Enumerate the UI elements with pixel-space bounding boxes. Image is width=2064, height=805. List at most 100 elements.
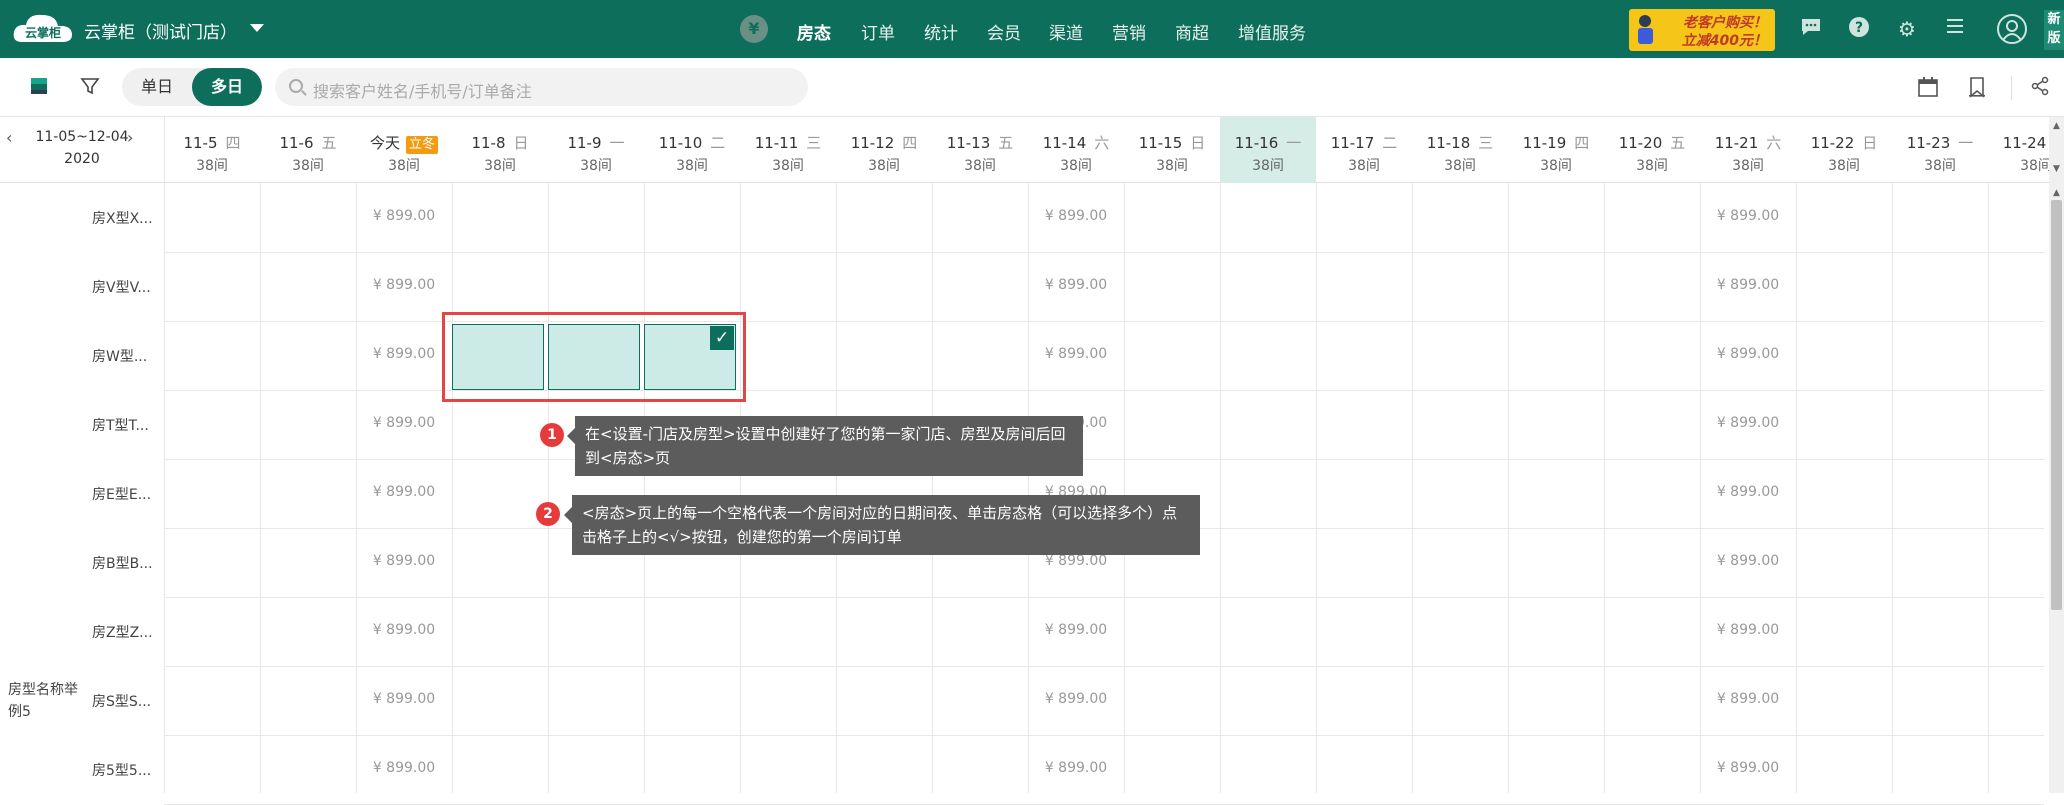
- date-column-header[interactable]: 11-9 一 38间: [548, 117, 644, 183]
- date-column-header[interactable]: 11-8 日 38间: [452, 117, 548, 183]
- date-column-header[interactable]: 11-12 四 38间: [836, 117, 932, 183]
- bookmark-icon[interactable]: [1965, 76, 1989, 100]
- weekday-text: 六: [1766, 134, 1782, 152]
- date-column-header[interactable]: 11-13 五 38间: [932, 117, 1028, 183]
- room-price-cell[interactable]: ¥ 899.00: [1700, 208, 1796, 224]
- filter-icon[interactable]: [80, 76, 102, 98]
- scroll-up-arrow-icon[interactable]: ▲: [2051, 188, 2062, 199]
- date-column-header[interactable]: 今天 立冬 38间: [356, 117, 452, 183]
- room-price-cell[interactable]: ¥ 899.00: [356, 484, 452, 500]
- nav-orders[interactable]: 订单: [861, 19, 895, 44]
- room-price-cell[interactable]: ¥ 899.00: [1700, 346, 1796, 362]
- room-price-cell[interactable]: ¥ 899.00: [1028, 208, 1124, 224]
- room-price-cell[interactable]: ¥ 899.00: [356, 622, 452, 638]
- room-price-cell[interactable]: ¥ 899.00: [356, 553, 452, 569]
- grid-row-line: [164, 252, 2044, 253]
- room-count: 38间: [1156, 158, 1188, 174]
- room-price-cell[interactable]: ¥ 899.00: [1700, 415, 1796, 431]
- room-price-cell[interactable]: ¥ 899.00: [1028, 277, 1124, 293]
- room-count: 38间: [1252, 158, 1284, 174]
- user-avatar-icon[interactable]: [1997, 14, 2027, 44]
- room-type-row-label[interactable]: 房X型X...: [92, 208, 153, 228]
- room-type-row-label[interactable]: 房B型B...: [92, 553, 153, 573]
- room-price-cell[interactable]: ¥ 899.00: [1700, 277, 1796, 293]
- room-type-row-label[interactable]: 房E型E...: [92, 484, 151, 504]
- room-type-row-label[interactable]: 房S型S...: [92, 691, 151, 711]
- date-column-header[interactable]: 11-17 二 38间: [1316, 117, 1412, 183]
- nav-room-status[interactable]: 房态: [797, 19, 831, 44]
- weekday-text: 日: [1862, 134, 1878, 152]
- store-dropdown-icon[interactable]: [250, 24, 264, 32]
- date-column-header[interactable]: 11-23 一 38间: [1892, 117, 1988, 183]
- share-icon[interactable]: [2028, 76, 2052, 100]
- scroll-up-arrow-icon[interactable]: ▲: [2051, 121, 2062, 132]
- date-label: 11-8 日: [452, 132, 548, 153]
- date-text: 11-22: [1810, 134, 1855, 152]
- room-price-cell[interactable]: ¥ 899.00: [1028, 691, 1124, 707]
- scrollbar-thumb[interactable]: [2051, 200, 2062, 610]
- room-price-cell[interactable]: ¥ 899.00: [356, 691, 452, 707]
- date-column-header[interactable]: 11-6 五 38间: [260, 117, 356, 183]
- nav-supermarket[interactable]: 商超: [1175, 19, 1209, 44]
- new-version-tag[interactable]: 新版: [2044, 10, 2064, 50]
- room-type-row-label[interactable]: 房T型T...: [92, 415, 149, 435]
- room-price-cell[interactable]: ¥ 899.00: [1700, 484, 1796, 500]
- room-type-row-label[interactable]: 房W型...: [92, 346, 147, 366]
- selected-room-cell[interactable]: [548, 324, 640, 390]
- date-column-header[interactable]: 11-22 日 38间: [1796, 117, 1892, 183]
- store-name[interactable]: 云掌柜（测试门店）: [84, 18, 237, 43]
- room-price-cell[interactable]: ¥ 899.00: [1700, 691, 1796, 707]
- room-price-cell[interactable]: ¥ 899.00: [1028, 553, 1124, 569]
- menu-icon[interactable]: [1942, 16, 1968, 42]
- room-price-cell[interactable]: ¥ 899.00: [356, 208, 452, 224]
- date-column-header[interactable]: 11-18 三 38间: [1412, 117, 1508, 183]
- nav-marketing[interactable]: 营销: [1112, 19, 1146, 44]
- weekday-text: 四: [225, 134, 241, 152]
- date-column-header[interactable]: 11-20 五 38间: [1604, 117, 1700, 183]
- room-type-row-label[interactable]: 房V型V...: [92, 277, 151, 297]
- date-column-header[interactable]: 11-15 日 38间: [1124, 117, 1220, 183]
- room-type-row-label[interactable]: 房5型5...: [92, 760, 151, 780]
- grid-column-line: [932, 183, 933, 793]
- room-price-cell[interactable]: ¥ 899.00: [1700, 553, 1796, 569]
- room-price-cell[interactable]: ¥ 899.00: [1028, 760, 1124, 776]
- message-icon[interactable]: [1798, 16, 1824, 42]
- room-type-row-label[interactable]: 房Z型Z...: [92, 622, 153, 642]
- nav-channels[interactable]: 渠道: [1049, 19, 1083, 44]
- room-price-cell[interactable]: ¥ 899.00: [356, 346, 452, 362]
- multi-day-button[interactable]: 多日: [192, 68, 262, 106]
- nav-statistics[interactable]: 统计: [924, 19, 958, 44]
- nav-members[interactable]: 会员: [987, 19, 1021, 44]
- settings-gear-icon[interactable]: ⚙: [1894, 16, 1920, 42]
- calendar-icon[interactable]: [1916, 76, 1940, 100]
- room-price-cell[interactable]: ¥ 899.00: [1700, 760, 1796, 776]
- room-price-cell[interactable]: ¥ 899.00: [1700, 622, 1796, 638]
- scroll-down-arrow-icon[interactable]: ▼: [2051, 164, 2062, 175]
- nav-value-added[interactable]: 增值服务: [1238, 19, 1306, 44]
- date-column-header[interactable]: 11-21 六 38间: [1700, 117, 1796, 183]
- yen-icon[interactable]: ¥: [740, 15, 768, 43]
- single-day-button[interactable]: 单日: [122, 68, 192, 106]
- grid-row-line: [164, 459, 2044, 460]
- date-column-header[interactable]: 11-19 四 38间: [1508, 117, 1604, 183]
- date-column-header[interactable]: 11-14 六 38间: [1028, 117, 1124, 183]
- promo-banner[interactable]: 老客户购买！ 立减400元！: [1629, 9, 1775, 51]
- room-price-cell[interactable]: ¥ 899.00: [356, 415, 452, 431]
- yunzhanggui-logo[interactable]: 云掌柜: [12, 12, 74, 46]
- date-column-header[interactable]: 11-11 三 38间: [740, 117, 836, 183]
- room-price-cell[interactable]: ¥ 899.00: [1028, 346, 1124, 362]
- selected-room-cell[interactable]: [452, 324, 544, 390]
- legend-color-icon[interactable]: [29, 76, 51, 98]
- date-column-header[interactable]: 11-16 一 38间: [1220, 117, 1316, 183]
- help-icon[interactable]: ?: [1846, 16, 1872, 42]
- date-text: 11-23: [1906, 134, 1951, 152]
- search-input[interactable]: 搜索客户姓名/手机号/订单备注: [275, 68, 808, 106]
- date-column-header[interactable]: 11-5 四 38间: [164, 117, 260, 183]
- date-range[interactable]: 11-05~12-04 2020: [0, 129, 164, 167]
- room-price-cell[interactable]: ¥ 899.00: [356, 277, 452, 293]
- date-column-header[interactable]: 11-10 二 38间: [644, 117, 740, 183]
- room-price-cell[interactable]: ¥ 899.00: [356, 760, 452, 776]
- grid-divider: [164, 117, 165, 793]
- room-price-cell[interactable]: ¥ 899.00: [1028, 622, 1124, 638]
- confirm-check-icon[interactable]: ✓: [710, 326, 734, 350]
